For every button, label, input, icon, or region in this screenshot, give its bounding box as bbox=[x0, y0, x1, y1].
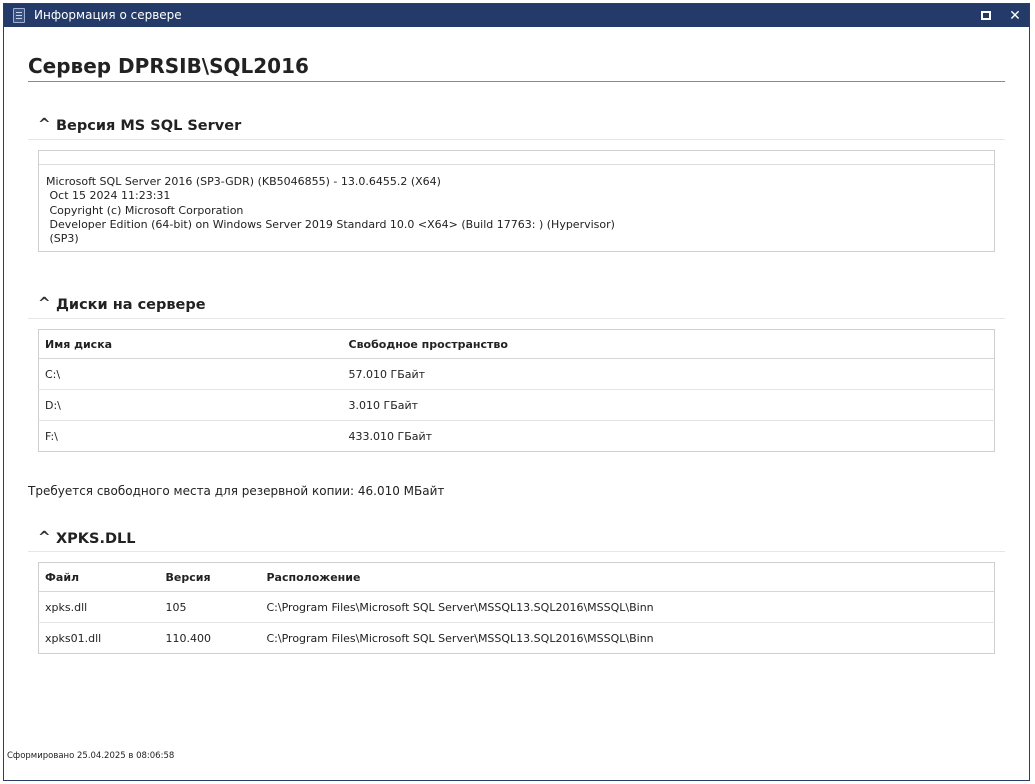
page-title: Сервер DPRSIB\SQL2016 bbox=[28, 54, 309, 78]
version-cell: 110.400 bbox=[159, 622, 261, 654]
generated-timestamp: Сформировано 25.04.2025 в 08:06:58 bbox=[7, 751, 175, 761]
table-row[interactable]: xpks01.dll 110.400 C:\Program Files\Micr… bbox=[38, 622, 995, 654]
free-space-cell: 433.010 ГБайт bbox=[342, 420, 995, 452]
collapse-chevron-icon[interactable]: ^ bbox=[38, 115, 51, 133]
table-row[interactable]: C:\ 57.010 ГБайт bbox=[38, 358, 995, 390]
file-cell: xpks.dll bbox=[38, 591, 160, 623]
section-divider bbox=[28, 318, 1005, 319]
free-space-cell: 57.010 ГБайт bbox=[342, 358, 995, 390]
location-cell: C:\Program Files\Microsoft SQL Server\MS… bbox=[260, 622, 995, 654]
xpks-section-title: XPKS.DLL bbox=[56, 531, 136, 547]
column-header-disk-name: Имя диска bbox=[38, 329, 343, 359]
disks-section-header[interactable]: ^ Диски на сервере bbox=[34, 294, 1006, 318]
table-row[interactable]: F:\ 433.010 ГБайт bbox=[38, 420, 995, 452]
version-section-title: Версия MS SQL Server bbox=[56, 118, 242, 134]
location-cell: C:\Program Files\Microsoft SQL Server\MS… bbox=[260, 591, 995, 623]
window-content: Сервер DPRSIB\SQL2016 ^ Версия MS SQL Se… bbox=[4, 27, 1029, 780]
xpks-section-header[interactable]: ^ XPKS.DLL bbox=[34, 528, 1006, 552]
xpks-table: Файл Версия Расположение xpks.dll 105 C:… bbox=[38, 562, 995, 654]
table-header-row: Имя диска Свободное пространство bbox=[38, 329, 995, 359]
version-info-box: Microsoft SQL Server 2016 (SP3-GDR) (KB5… bbox=[38, 150, 995, 252]
version-cell: 105 bbox=[159, 591, 261, 623]
title-divider bbox=[28, 81, 1005, 82]
table-header-row: Файл Версия Расположение bbox=[38, 562, 995, 592]
column-header-version: Версия bbox=[159, 562, 261, 592]
version-text: Microsoft SQL Server 2016 (SP3-GDR) (KB5… bbox=[46, 175, 615, 246]
version-box-header bbox=[39, 151, 994, 165]
close-icon: ✕ bbox=[1009, 7, 1021, 24]
server-info-window: Информация о сервере ✕ Сервер DPRSIB\SQL… bbox=[3, 3, 1030, 781]
disk-name-cell: F:\ bbox=[38, 420, 343, 452]
collapse-chevron-icon[interactable]: ^ bbox=[38, 294, 51, 312]
version-section-header[interactable]: ^ Версия MS SQL Server bbox=[34, 115, 1006, 139]
collapse-chevron-icon[interactable]: ^ bbox=[38, 528, 51, 546]
section-divider bbox=[28, 551, 1005, 552]
window-title: Информация о сервере bbox=[34, 8, 182, 22]
column-header-file: Файл bbox=[38, 562, 160, 592]
column-header-free-space: Свободное пространство bbox=[342, 329, 995, 359]
disks-table: Имя диска Свободное пространство C:\ 57.… bbox=[38, 329, 995, 452]
table-row[interactable]: D:\ 3.010 ГБайт bbox=[38, 389, 995, 421]
window-titlebar[interactable]: Информация о сервере ✕ bbox=[4, 4, 1029, 27]
document-icon bbox=[13, 8, 25, 23]
maximize-icon bbox=[981, 11, 991, 20]
close-button[interactable]: ✕ bbox=[1001, 4, 1029, 27]
file-cell: xpks01.dll bbox=[38, 622, 160, 654]
backup-space-note: Требуется свободного места для резервной… bbox=[28, 484, 445, 498]
free-space-cell: 3.010 ГБайт bbox=[342, 389, 995, 421]
disk-name-cell: C:\ bbox=[38, 358, 343, 390]
section-divider bbox=[28, 139, 1005, 140]
disk-name-cell: D:\ bbox=[38, 389, 343, 421]
maximize-button[interactable] bbox=[972, 4, 1000, 27]
column-header-location: Расположение bbox=[260, 562, 995, 592]
disks-section-title: Диски на сервере bbox=[56, 297, 206, 313]
table-row[interactable]: xpks.dll 105 C:\Program Files\Microsoft … bbox=[38, 591, 995, 623]
